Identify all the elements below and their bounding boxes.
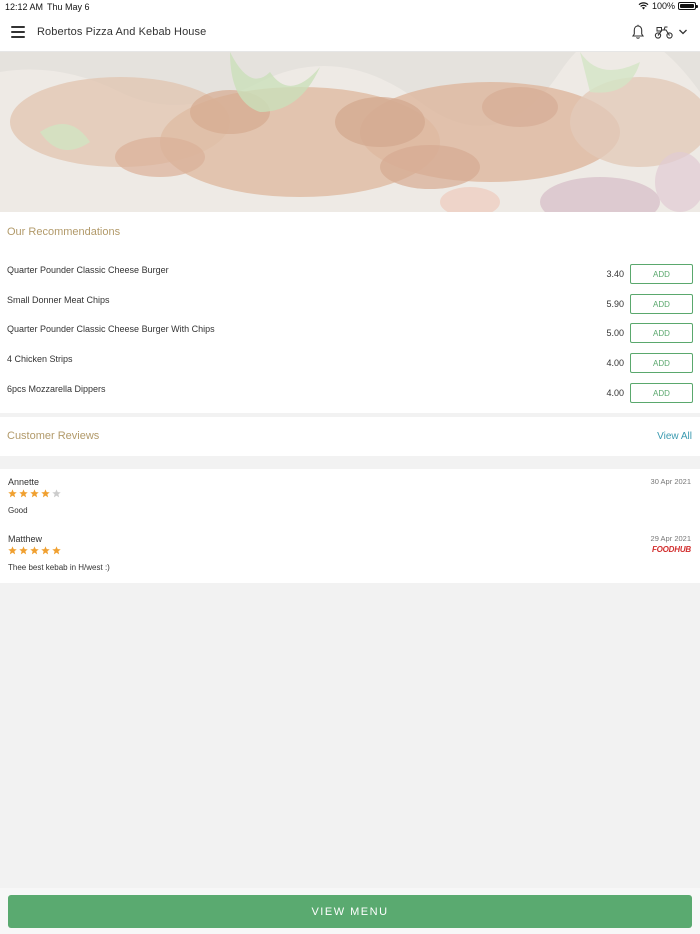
restaurant-title: Robertos Pizza And Kebab House (37, 26, 207, 38)
battery-icon (678, 2, 698, 10)
list-item: Quarter Pounder Classic Cheese Burger 3.… (0, 261, 700, 287)
add-button[interactable]: ADD (630, 323, 693, 343)
star-icon (8, 489, 17, 498)
recommendations-title: Our Recommendations (7, 226, 121, 238)
star-icon (30, 489, 39, 498)
item-price: 4.00 (606, 358, 624, 368)
battery-percent: 100% (651, 1, 675, 11)
add-button[interactable]: ADD (630, 264, 693, 284)
item-name: 6pcs Mozzarella Dippers (7, 384, 106, 394)
wifi-icon (638, 2, 649, 10)
recommendations-section: Our Recommendations Quarter Pounder Clas… (0, 212, 700, 413)
hero-food-image (0, 52, 700, 212)
item-name: Quarter Pounder Classic Cheese Burger Wi… (7, 324, 215, 334)
list-item: 6pcs Mozzarella Dippers 4.00 ADD (0, 380, 700, 406)
delivery-scooter-icon[interactable] (654, 24, 674, 40)
review-item: Annette Good 30 Apr 2021 (0, 469, 700, 525)
reviews-list: Annette Good 30 Apr 2021 Matthew Thee be… (0, 469, 700, 583)
view-all-link[interactable]: View All (657, 431, 692, 442)
list-item: 4 Chicken Strips 4.00 ADD (0, 350, 700, 376)
view-menu-button[interactable]: VIEW MENU (8, 895, 692, 928)
star-icon (30, 546, 39, 555)
review-text: Thee best kebab in H/west :) (8, 563, 110, 572)
review-text: Good (8, 506, 28, 515)
status-date: Thu May 6 (47, 2, 90, 12)
status-right: 100% (638, 1, 698, 11)
item-name: Small Donner Meat Chips (7, 295, 110, 305)
add-button[interactable]: ADD (630, 353, 693, 373)
review-item: Matthew Thee best kebab in H/west :) 29 … (0, 526, 700, 582)
star-icon (19, 489, 28, 498)
review-date: 29 Apr 2021 (650, 534, 691, 543)
status-bar: 12:12 AM Thu May 6 100% (0, 0, 700, 13)
star-icon (52, 489, 61, 498)
item-price: 5.00 (606, 328, 624, 338)
star-icon (19, 546, 28, 555)
bottom-bar: VIEW MENU (0, 888, 700, 934)
item-price: 5.90 (606, 299, 624, 309)
item-name: Quarter Pounder Classic Cheese Burger (7, 265, 169, 275)
star-icon (41, 546, 50, 555)
item-name: 4 Chicken Strips (7, 354, 73, 364)
app-header: Robertos Pizza And Kebab House (0, 13, 700, 52)
reviews-title: Customer Reviews (7, 430, 100, 442)
star-icon (8, 546, 17, 555)
review-date: 30 Apr 2021 (650, 477, 691, 486)
list-item: Quarter Pounder Classic Cheese Burger Wi… (0, 320, 700, 346)
add-button[interactable]: ADD (630, 294, 693, 314)
status-time: 12:12 AM (5, 2, 44, 12)
list-item: Small Donner Meat Chips 5.90 ADD (0, 291, 700, 317)
reviewer-name: Annette (8, 477, 40, 487)
reviews-header: Customer Reviews View All (0, 417, 700, 456)
star-icon (41, 489, 50, 498)
chevron-down-icon[interactable] (678, 27, 688, 37)
star-rating (8, 546, 61, 555)
foodhub-logo: FOODHUB (651, 545, 691, 554)
item-price: 3.40 (606, 269, 624, 279)
bell-icon[interactable] (630, 24, 646, 40)
item-price: 4.00 (606, 388, 624, 398)
add-button[interactable]: ADD (630, 383, 693, 403)
star-icon (52, 546, 61, 555)
menu-icon[interactable] (11, 26, 25, 38)
reviewer-name: Matthew (8, 534, 43, 544)
star-rating (8, 489, 61, 498)
